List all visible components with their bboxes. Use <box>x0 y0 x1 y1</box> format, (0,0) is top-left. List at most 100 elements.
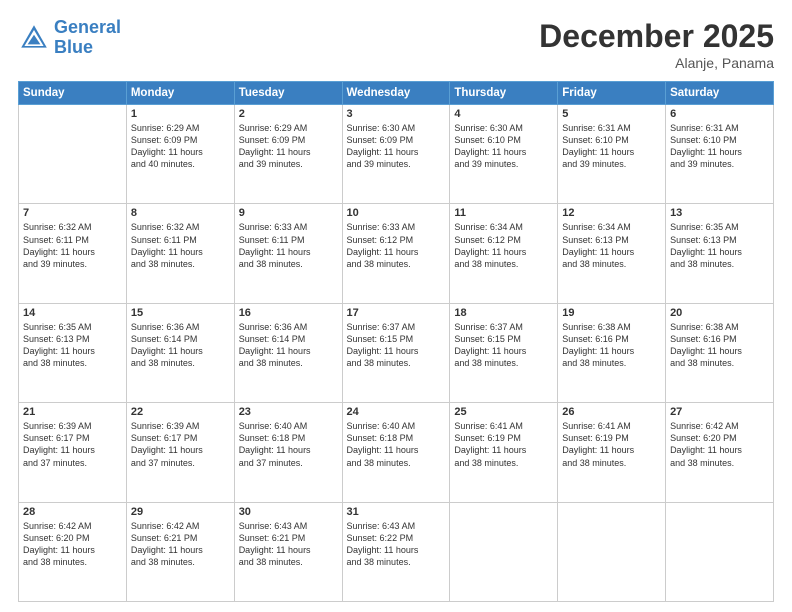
day-info: Sunrise: 6:37 AM Sunset: 6:15 PM Dayligh… <box>347 321 446 370</box>
day-cell: 28 Sunrise: 6:42 AM Sunset: 6:20 PM Dayli… <box>19 502 127 601</box>
weekday-thursday: Thursday <box>450 82 558 105</box>
day-number: 6 <box>670 108 769 120</box>
day-cell: 27Sunrise: 6:42 AM Sunset: 6:20 PM Dayli… <box>666 403 774 502</box>
day-number: 28 <box>23 506 122 518</box>
title-block: December 2025 Alanje, Panama <box>539 18 774 71</box>
day-info: Sunrise: 6:31 AM Sunset: 6:10 PM Dayligh… <box>670 122 769 171</box>
day-cell: 29Sunrise: 6:42 AM Sunset: 6:21 PM Dayli… <box>126 502 234 601</box>
day-cell <box>666 502 774 601</box>
day-info: Sunrise: 6:32 AM Sunset: 6:11 PM Dayligh… <box>23 221 122 270</box>
day-cell: 26Sunrise: 6:41 AM Sunset: 6:19 PM Dayli… <box>558 403 666 502</box>
day-info: Sunrise: 6:39 AM Sunset: 6:17 PM Dayligh… <box>131 420 230 469</box>
day-info: Sunrise: 6:38 AM Sunset: 6:16 PM Dayligh… <box>562 321 661 370</box>
day-info: Sunrise: 6:34 AM Sunset: 6:12 PM Dayligh… <box>454 221 553 270</box>
day-cell: 22 Sunrise: 6:39 AM Sunset: 6:17 PM Dayli… <box>126 403 234 502</box>
day-cell <box>450 502 558 601</box>
weekday-tuesday: Tuesday <box>234 82 342 105</box>
day-info: Sunrise: 6:30 AM Sunset: 6:09 PM Dayligh… <box>347 122 446 171</box>
logo-general: General <box>54 17 121 37</box>
logo-text: General Blue <box>54 18 121 58</box>
day-info: Sunrise: 6:33 AM Sunset: 6:11 PM Dayligh… <box>239 221 338 270</box>
day-number: 26 <box>562 406 661 418</box>
day-info: Sunrise: 6:33 AM Sunset: 6:12 PM Dayligh… <box>347 221 446 270</box>
day-cell: 2 Sunrise: 6:29 AM Sunset: 6:09 PM Daylig… <box>234 105 342 204</box>
day-cell: 19 Sunrise: 6:38 AM Sunset: 6:16 PM Dayli… <box>558 303 666 402</box>
day-cell: 7 Sunrise: 6:32 AM Sunset: 6:11 PM Daylig… <box>19 204 127 303</box>
day-number: 17 <box>347 307 446 319</box>
day-cell: 8Sunrise: 6:32 AM Sunset: 6:11 PM Daylig… <box>126 204 234 303</box>
day-number: 7 <box>23 207 122 219</box>
day-info: Sunrise: 6:38 AM Sunset: 6:16 PM Dayligh… <box>670 321 769 370</box>
day-number: 13 <box>670 207 769 219</box>
day-cell <box>19 105 127 204</box>
location: Alanje, Panama <box>539 55 774 71</box>
day-info: Sunrise: 6:40 AM Sunset: 6:18 PM Dayligh… <box>347 420 446 469</box>
day-number: 2 <box>239 108 338 120</box>
day-info: Sunrise: 6:42 AM Sunset: 6:20 PM Dayligh… <box>23 520 122 569</box>
day-number: 24 <box>347 406 446 418</box>
day-number: 8 <box>131 207 230 219</box>
day-number: 30 <box>239 506 338 518</box>
day-number: 3 <box>347 108 446 120</box>
weekday-sunday: Sunday <box>19 82 127 105</box>
day-cell: 17 Sunrise: 6:37 AM Sunset: 6:15 PM Dayli… <box>342 303 450 402</box>
day-cell: 25Sunrise: 6:41 AM Sunset: 6:19 PM Dayli… <box>450 403 558 502</box>
day-info: Sunrise: 6:35 AM Sunset: 6:13 PM Dayligh… <box>23 321 122 370</box>
weekday-monday: Monday <box>126 82 234 105</box>
day-info: Sunrise: 6:40 AM Sunset: 6:18 PM Dayligh… <box>239 420 338 469</box>
day-number: 22 <box>131 406 230 418</box>
day-cell <box>558 502 666 601</box>
day-info: Sunrise: 6:36 AM Sunset: 6:14 PM Dayligh… <box>239 321 338 370</box>
day-info: Sunrise: 6:35 AM Sunset: 6:13 PM Dayligh… <box>670 221 769 270</box>
day-cell: 1Sunrise: 6:29 AM Sunset: 6:09 PM Daylig… <box>126 105 234 204</box>
day-cell: 6 Sunrise: 6:31 AM Sunset: 6:10 PM Daylig… <box>666 105 774 204</box>
day-number: 31 <box>347 506 446 518</box>
week-row-4: 21 Sunrise: 6:39 AM Sunset: 6:17 PM Dayli… <box>19 403 774 502</box>
day-info: Sunrise: 6:30 AM Sunset: 6:10 PM Dayligh… <box>454 122 553 171</box>
day-info: Sunrise: 6:43 AM Sunset: 6:21 PM Dayligh… <box>239 520 338 569</box>
weekday-wednesday: Wednesday <box>342 82 450 105</box>
day-cell: 13 Sunrise: 6:35 AM Sunset: 6:13 PM Dayli… <box>666 204 774 303</box>
day-info: Sunrise: 6:29 AM Sunset: 6:09 PM Dayligh… <box>239 122 338 171</box>
day-number: 14 <box>23 307 122 319</box>
day-cell: 31 Sunrise: 6:43 AM Sunset: 6:22 PM Dayli… <box>342 502 450 601</box>
week-row-2: 7 Sunrise: 6:32 AM Sunset: 6:11 PM Daylig… <box>19 204 774 303</box>
logo-blue: Blue <box>54 37 93 57</box>
day-cell: 11 Sunrise: 6:34 AM Sunset: 6:12 PM Dayli… <box>450 204 558 303</box>
day-number: 12 <box>562 207 661 219</box>
logo-icon <box>18 22 50 54</box>
day-cell: 5Sunrise: 6:31 AM Sunset: 6:10 PM Daylig… <box>558 105 666 204</box>
day-number: 10 <box>347 207 446 219</box>
day-number: 1 <box>131 108 230 120</box>
day-number: 19 <box>562 307 661 319</box>
day-cell: 10 Sunrise: 6:33 AM Sunset: 6:12 PM Dayli… <box>342 204 450 303</box>
day-number: 11 <box>454 207 553 219</box>
weekday-friday: Friday <box>558 82 666 105</box>
day-cell: 20 Sunrise: 6:38 AM Sunset: 6:16 PM Dayli… <box>666 303 774 402</box>
day-info: Sunrise: 6:34 AM Sunset: 6:13 PM Dayligh… <box>562 221 661 270</box>
day-number: 16 <box>239 307 338 319</box>
week-row-5: 28 Sunrise: 6:42 AM Sunset: 6:20 PM Dayli… <box>19 502 774 601</box>
day-cell: 21Sunrise: 6:39 AM Sunset: 6:17 PM Dayli… <box>19 403 127 502</box>
day-info: Sunrise: 6:31 AM Sunset: 6:10 PM Dayligh… <box>562 122 661 171</box>
day-cell: 14 Sunrise: 6:35 AM Sunset: 6:13 PM Dayli… <box>19 303 127 402</box>
day-number: 18 <box>454 307 553 319</box>
day-number: 20 <box>670 307 769 319</box>
day-cell: 23 Sunrise: 6:40 AM Sunset: 6:18 PM Dayli… <box>234 403 342 502</box>
weekday-header-row: SundayMondayTuesdayWednesdayThursdayFrid… <box>19 82 774 105</box>
day-info: Sunrise: 6:43 AM Sunset: 6:22 PM Dayligh… <box>347 520 446 569</box>
day-number: 21 <box>23 406 122 418</box>
day-number: 9 <box>239 207 338 219</box>
day-number: 4 <box>454 108 553 120</box>
day-number: 23 <box>239 406 338 418</box>
day-cell: 4 Sunrise: 6:30 AM Sunset: 6:10 PM Daylig… <box>450 105 558 204</box>
week-row-1: 1 Sunrise: 6:29 AM Sunset: 6:09 PM Daylig… <box>19 105 774 204</box>
month-title: December 2025 <box>539 18 774 55</box>
weekday-saturday: Saturday <box>666 82 774 105</box>
day-info: Sunrise: 6:36 AM Sunset: 6:14 PM Dayligh… <box>131 321 230 370</box>
week-row-3: 14 Sunrise: 6:35 AM Sunset: 6:13 PM Dayli… <box>19 303 774 402</box>
day-cell: 24 Sunrise: 6:40 AM Sunset: 6:18 PM Dayli… <box>342 403 450 502</box>
day-number: 25 <box>454 406 553 418</box>
day-cell: 16 Sunrise: 6:36 AM Sunset: 6:14 PM Dayli… <box>234 303 342 402</box>
day-cell: 15Sunrise: 6:36 AM Sunset: 6:14 PM Dayli… <box>126 303 234 402</box>
